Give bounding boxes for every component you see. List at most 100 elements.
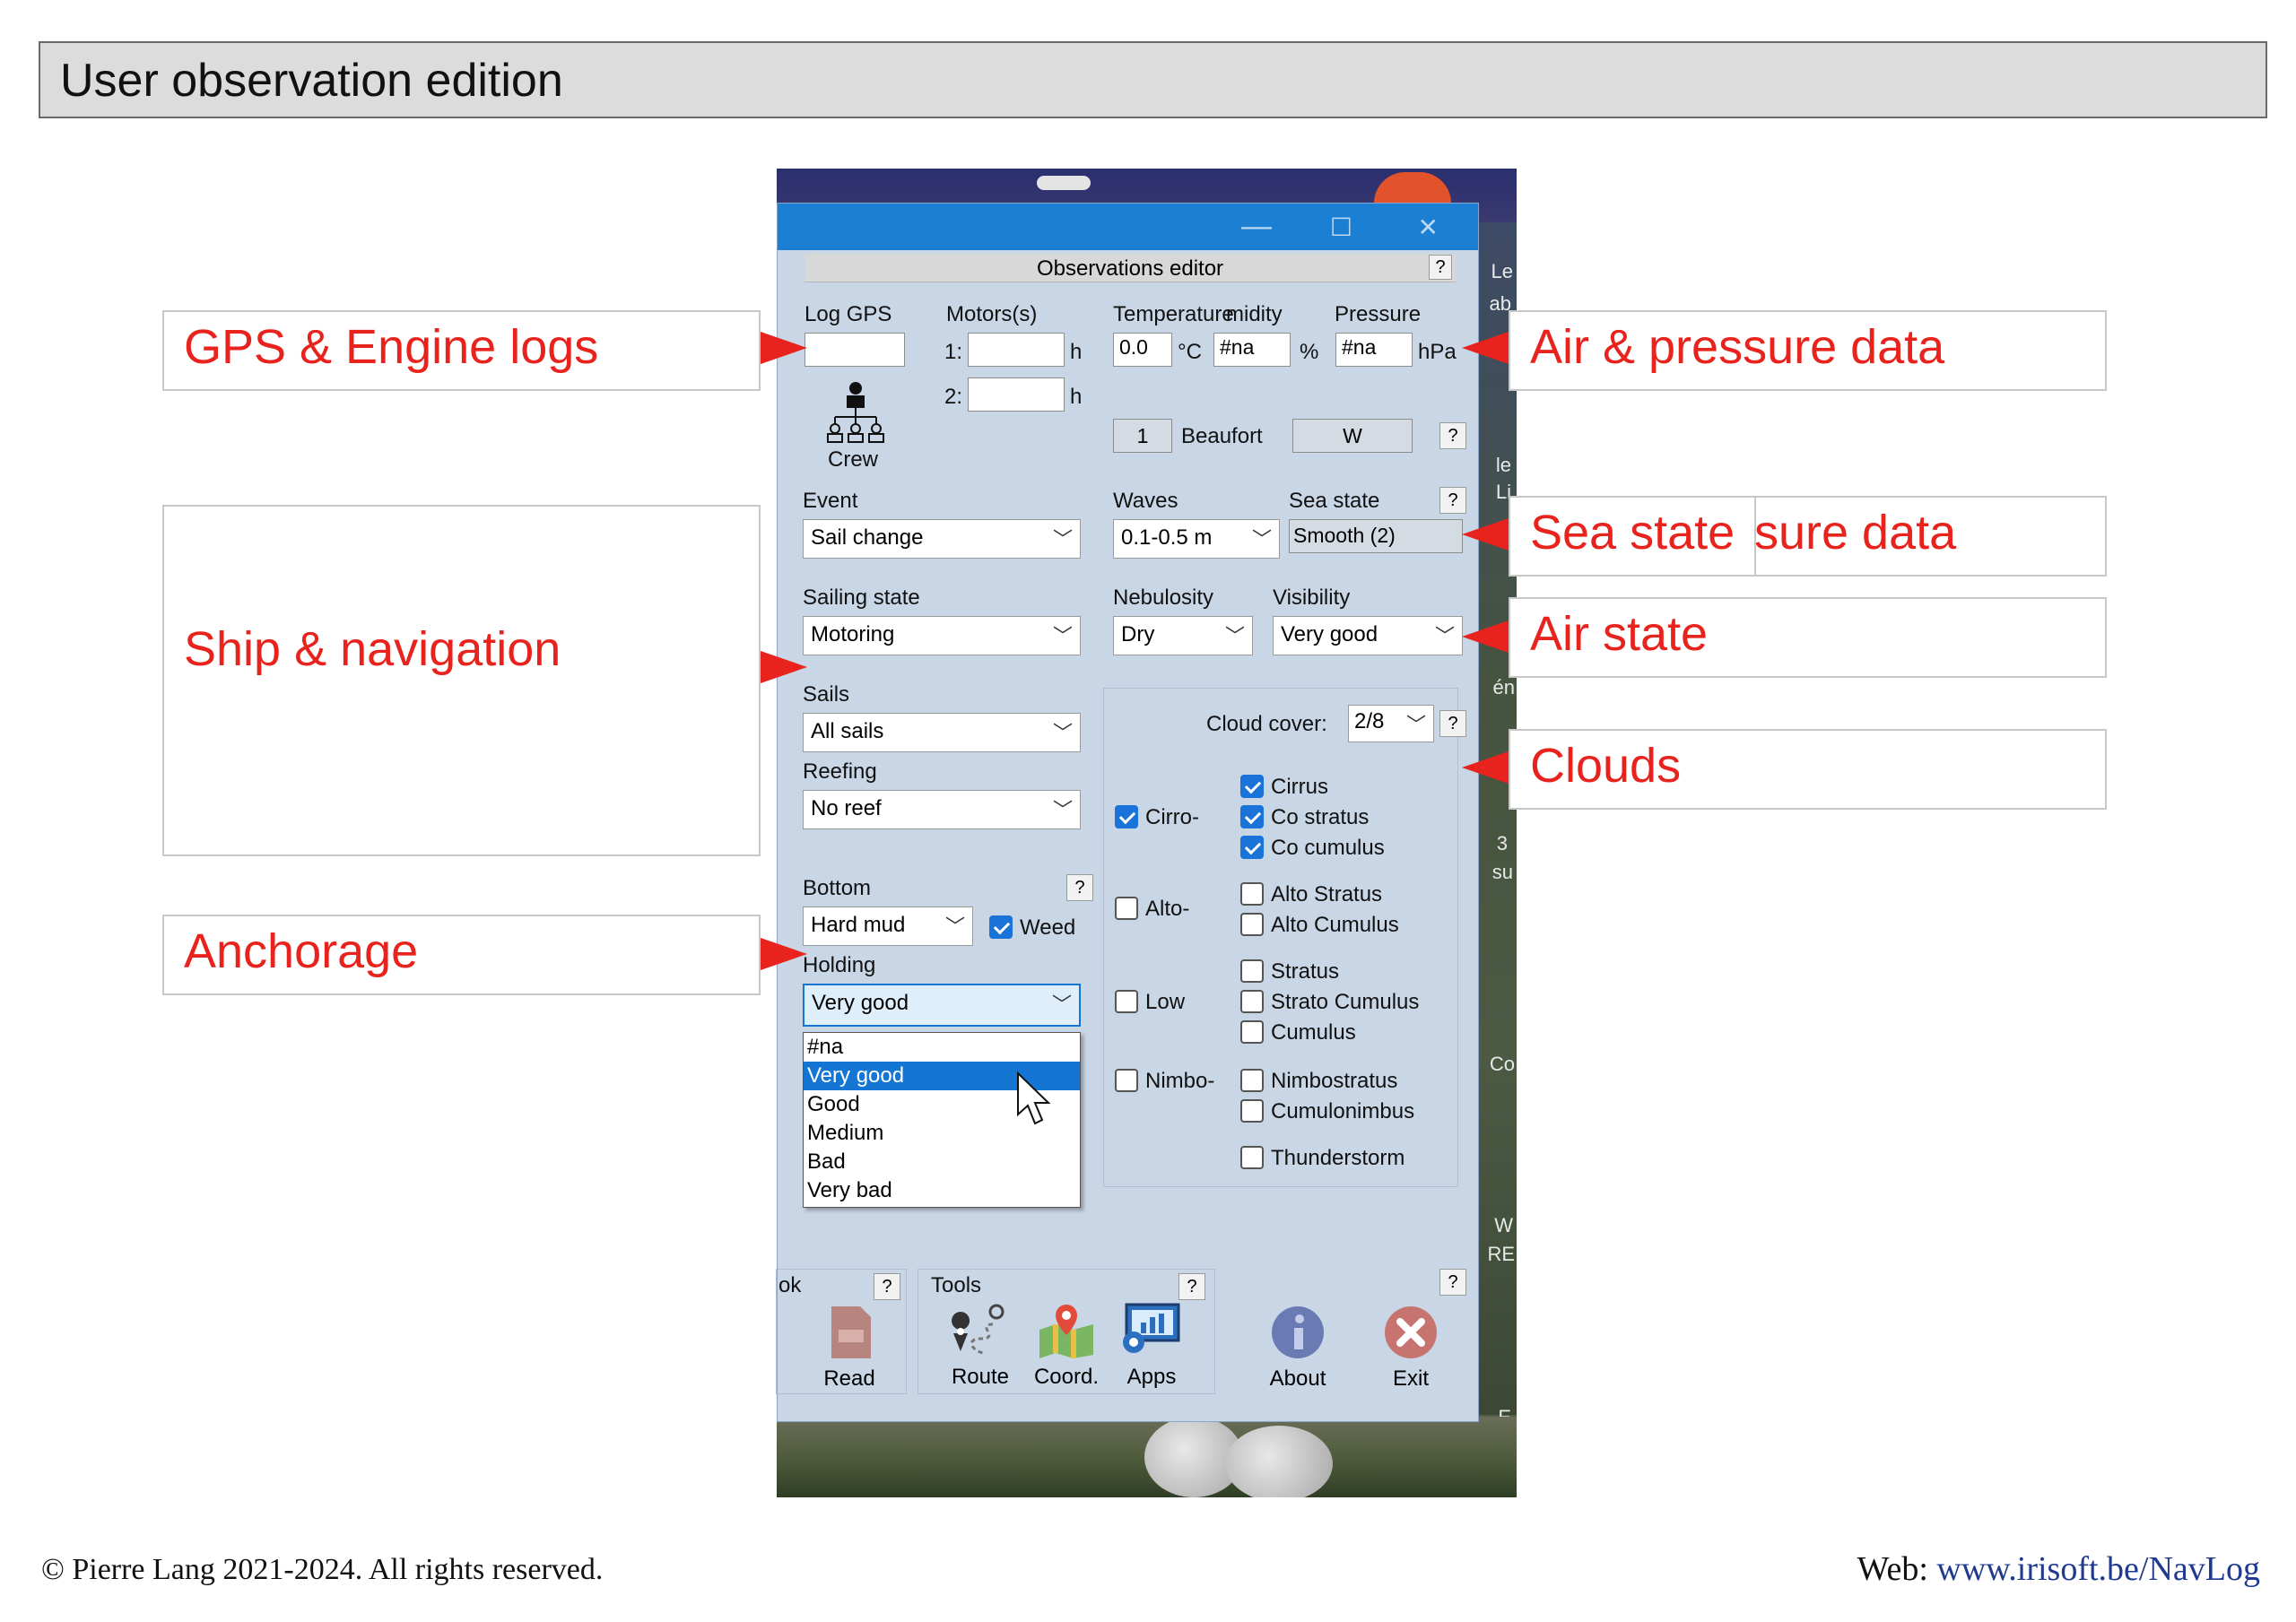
low-group-checkbox[interactable] <box>1115 990 1138 1013</box>
motors-label: Motors(s) <box>946 302 1038 326</box>
alto-group-label: Alto- <box>1145 897 1190 921</box>
help-button[interactable]: ? <box>1439 1269 1466 1296</box>
cirro-group-label: Cirro- <box>1145 805 1199 829</box>
sailing-state-select[interactable]: Motoring ﹀ <box>803 616 1081 655</box>
event-select[interactable]: Sail change ﹀ <box>803 519 1081 559</box>
motor2-label: 2: <box>944 385 963 409</box>
beaufort-value: 1 <box>1113 419 1172 453</box>
callout-arrow-icon <box>761 938 807 970</box>
reefing-label: Reefing <box>803 759 877 784</box>
alto-group-checkbox[interactable] <box>1115 897 1138 920</box>
chevron-down-icon: ﹀ <box>1051 993 1072 1016</box>
co-stratus-label: Co stratus <box>1271 805 1370 829</box>
cumulus-label: Cumulus <box>1271 1020 1356 1045</box>
crew-label: Crew <box>828 447 879 472</box>
cumulonimbus-checkbox[interactable] <box>1240 1099 1264 1123</box>
footer-web-link[interactable]: www.irisoft.be/NavLog <box>1936 1550 2260 1588</box>
bottom-select[interactable]: Hard mud ﹀ <box>803 906 973 946</box>
alto-cumulus-checkbox[interactable] <box>1240 913 1264 936</box>
footer-copyright: © Pierre Lang 2021-2024. All rights rese… <box>41 1553 604 1586</box>
motor1-unit: h <box>1070 340 1083 364</box>
motor2-input[interactable] <box>968 377 1065 412</box>
help-button[interactable]: ? <box>1439 710 1466 737</box>
sails-select[interactable]: All sails ﹀ <box>803 713 1081 752</box>
panel-header: Observations editor ? <box>804 254 1456 282</box>
close-button[interactable]: ✕ <box>1418 213 1439 242</box>
humidity-unit: % <box>1300 340 1319 364</box>
desktop-strip-text: le <box>1495 454 1511 476</box>
cirrus-checkbox[interactable] <box>1240 775 1264 798</box>
nebulosity-value: Dry <box>1121 622 1155 646</box>
help-button[interactable]: ? <box>1066 874 1093 901</box>
exit-button[interactable]: Exit <box>1373 1305 1448 1391</box>
window-titlebar[interactable]: — ☐ ✕ <box>778 204 1478 250</box>
maximize-button[interactable]: ☐ <box>1330 213 1352 242</box>
cumulus-checkbox[interactable] <box>1240 1020 1264 1044</box>
low-group-label: Low <box>1145 990 1186 1014</box>
sailing-state-value: Motoring <box>811 622 895 646</box>
pressure-input[interactable]: #na <box>1335 333 1413 367</box>
cirro-group-checkbox[interactable] <box>1115 805 1138 828</box>
motor1-input[interactable] <box>968 333 1065 367</box>
visibility-label: Visibility <box>1273 585 1351 610</box>
minimize-button[interactable]: — <box>1241 209 1272 244</box>
apps-button[interactable]: Apps <box>1113 1301 1190 1391</box>
route-icon <box>952 1304 1004 1355</box>
reefing-select[interactable]: No reef ﹀ <box>803 790 1081 829</box>
holding-value: Very good <box>812 991 909 1015</box>
holding-option[interactable]: #na <box>804 1033 1080 1062</box>
nebulosity-select[interactable]: Dry ﹀ <box>1113 616 1253 655</box>
holding-option[interactable]: Bad <box>804 1148 1080 1176</box>
map-pin-icon <box>1039 1305 1093 1358</box>
crew-icon <box>827 382 884 443</box>
wind-direction-value: W <box>1292 419 1413 453</box>
crew-button[interactable] <box>824 379 887 447</box>
help-button[interactable]: ? <box>1429 255 1452 280</box>
holding-select[interactable]: Very good ﹀ <box>803 984 1081 1027</box>
humidity-input[interactable]: #na <box>1213 333 1291 367</box>
waves-select[interactable]: 0.1-0.5 m ﹀ <box>1113 519 1280 559</box>
apps-label: Apps <box>1126 1365 1177 1389</box>
callout-sea-state: Sea state <box>1509 496 1756 577</box>
temperature-input[interactable]: 0.0 <box>1113 333 1172 367</box>
log-gps-input[interactable] <box>804 333 905 367</box>
help-button[interactable]: ? <box>1439 487 1466 514</box>
about-button[interactable]: About <box>1255 1305 1341 1391</box>
co-stratus-checkbox[interactable] <box>1240 805 1264 828</box>
panel-title: Observations editor <box>1036 256 1224 281</box>
stratus-checkbox[interactable] <box>1240 959 1264 983</box>
help-button[interactable]: ? <box>1178 1273 1205 1300</box>
help-button[interactable]: ? <box>874 1273 900 1300</box>
read-button[interactable]: Read <box>813 1305 885 1391</box>
nimbo-group-checkbox[interactable] <box>1115 1069 1138 1092</box>
desktop-logo <box>1037 176 1091 190</box>
coord-button[interactable]: Coord. <box>1025 1303 1108 1391</box>
nimbostratus-checkbox[interactable] <box>1240 1069 1264 1092</box>
weed-checkbox[interactable] <box>989 915 1013 939</box>
callout-arrow-icon <box>761 651 807 683</box>
help-button[interactable]: ? <box>1439 422 1466 449</box>
desktop-strip-text: W <box>1494 1214 1513 1236</box>
strato-cumulus-checkbox[interactable] <box>1240 990 1264 1013</box>
humidity-label: midity <box>1226 302 1283 326</box>
desktop-strip-text: su <box>1492 861 1513 883</box>
weed-label: Weed <box>1020 915 1076 940</box>
holding-label: Holding <box>803 953 876 977</box>
alto-stratus-checkbox[interactable] <box>1240 882 1264 906</box>
chevron-down-icon: ﹀ <box>1052 625 1073 647</box>
co-cumulus-checkbox[interactable] <box>1240 836 1264 859</box>
holding-option[interactable]: Very bad <box>804 1176 1080 1205</box>
route-button[interactable]: Route <box>943 1303 1018 1391</box>
thunderstorm-checkbox[interactable] <box>1240 1146 1264 1169</box>
callout-overlap-text: sure data <box>1754 506 1957 559</box>
motor1-label: 1: <box>944 340 963 364</box>
desktop-strip-text: én <box>1492 676 1515 698</box>
cloud-cover-select[interactable]: 2/8 ﹀ <box>1348 705 1434 742</box>
callout-arrow-icon <box>1462 751 1509 784</box>
sailing-state-label: Sailing state <box>803 585 920 610</box>
callout-air-pressure: Air & pressure data <box>1509 310 2107 391</box>
alto-stratus-label: Alto Stratus <box>1271 882 1383 906</box>
visibility-select[interactable]: Very good ﹀ <box>1273 616 1463 655</box>
callout-ship-text: Ship & navigation <box>184 622 561 676</box>
info-icon <box>1272 1306 1324 1358</box>
